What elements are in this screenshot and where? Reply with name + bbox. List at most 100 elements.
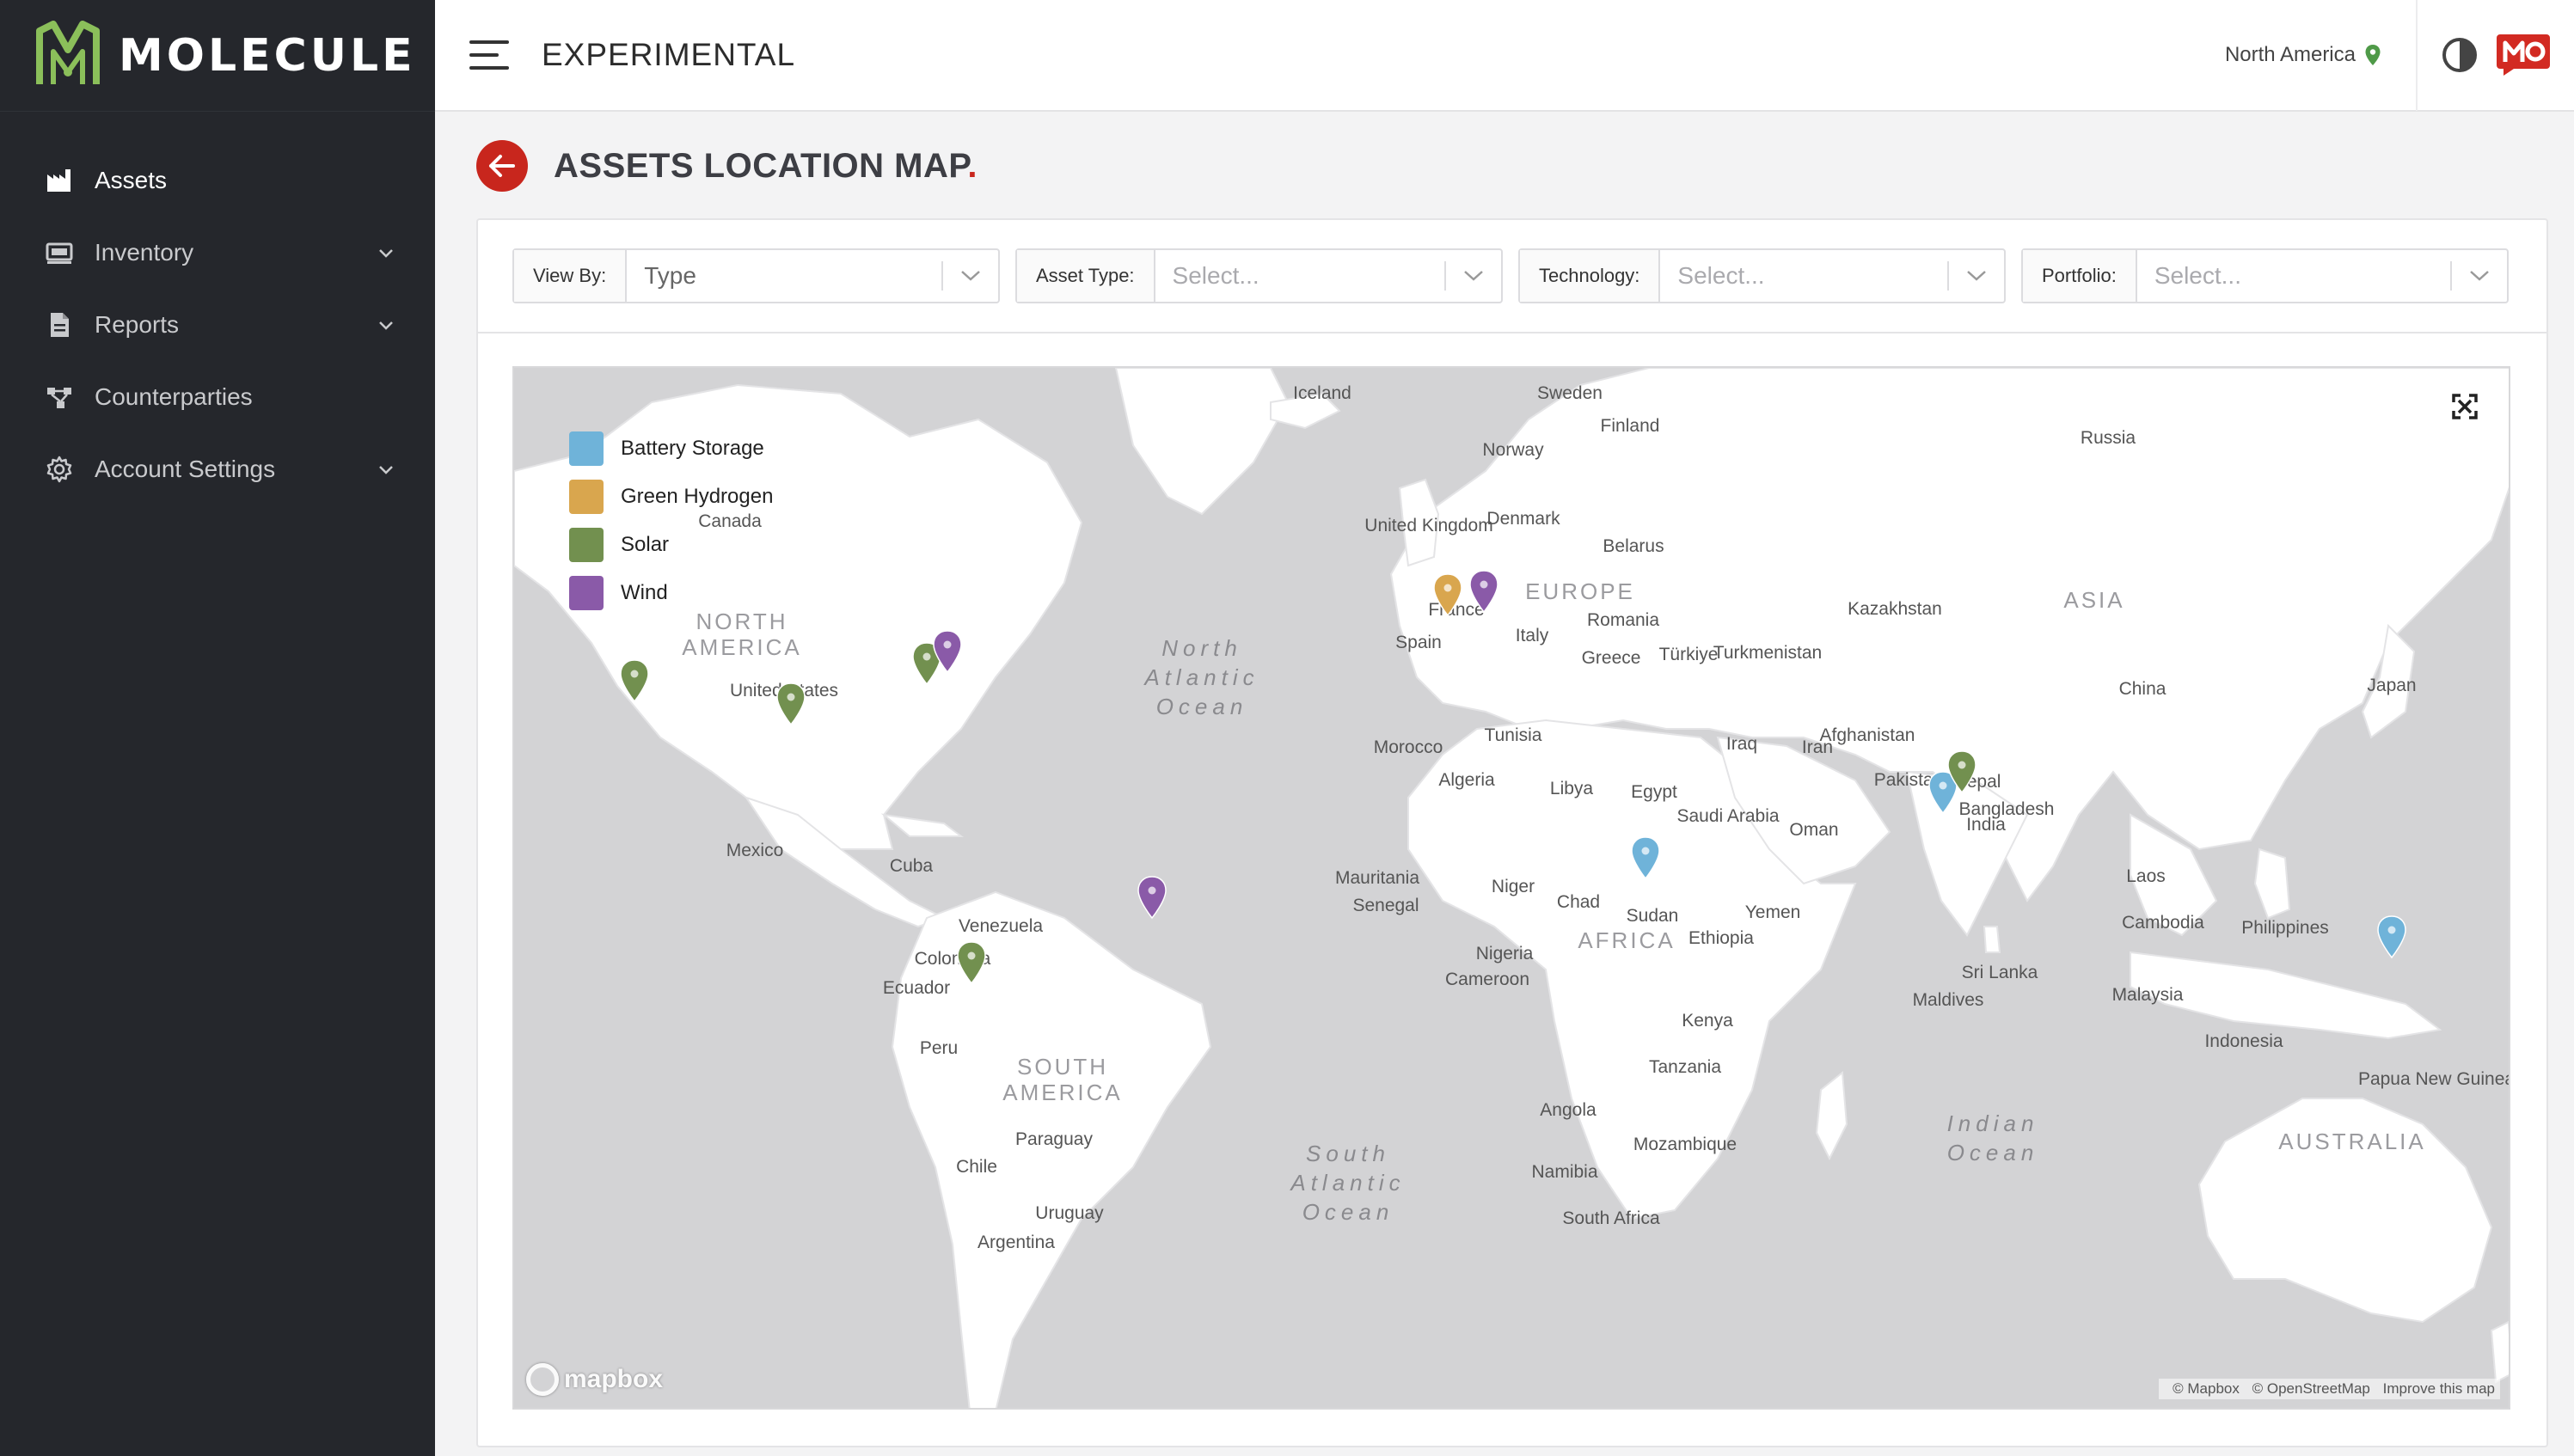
map-place-label: Niger: [1491, 877, 1535, 896]
filter-label: Technology:: [1520, 250, 1661, 302]
legend-label: Green Hydrogen: [621, 485, 774, 508]
filter-portfolio: Portfolio: Select...: [2021, 248, 2509, 303]
assets-map[interactable]: Iceland Sweden Finland Norway Russia Canada De…: [512, 366, 2510, 1410]
header-actions: North America: [2225, 0, 2574, 111]
location-pin-icon: [2365, 45, 2381, 65]
map-place-label: Cuba: [889, 856, 934, 876]
map-ocean-label: South Atlantic Ocean: [1290, 1141, 1406, 1225]
sidebar: MOLECULE Assets Inventory Reports Counte…: [0, 0, 435, 1456]
map-place-label: Chile: [956, 1157, 997, 1177]
map-place-label: Russia: [2080, 428, 2136, 448]
sidebar-item-reports[interactable]: Reports: [0, 289, 435, 361]
legend-swatch: [569, 528, 604, 562]
map-place-label: Uruguay: [1035, 1203, 1104, 1223]
map-place-label: Japan: [2367, 676, 2417, 695]
sidebar-item-assets[interactable]: Assets: [0, 144, 435, 217]
map-place-label: Ethiopia: [1688, 928, 1754, 948]
map-place-label: Mozambique: [1633, 1135, 1737, 1154]
map-pin-wind[interactable]: [931, 629, 964, 674]
sidebar-item-inventory[interactable]: Inventory: [0, 217, 435, 289]
map-place-label: China: [2118, 679, 2166, 699]
map-ocean-label: North Atlantic Ocean: [1144, 635, 1259, 719]
sidebar-item-label: Inventory: [95, 239, 194, 266]
portfolio-select[interactable]: Select...: [2137, 250, 2507, 302]
legend-item[interactable]: Battery Storage: [569, 425, 773, 473]
sidebar-nav: Assets Inventory Reports Counterparties …: [0, 144, 435, 505]
map-place-label: Mauritania: [1334, 868, 1420, 888]
map-pin-solar[interactable]: [955, 940, 988, 985]
map-place-label: Ecuador: [882, 978, 951, 998]
map-place-label: India: [1966, 815, 2006, 835]
technology-select[interactable]: Select...: [1660, 250, 2004, 302]
attribution-mapbox[interactable]: © Mapbox: [2173, 1380, 2240, 1397]
map-place-label: Tanzania: [1648, 1057, 1722, 1077]
chevron-down-icon: [961, 271, 980, 281]
select-placeholder: Select...: [2154, 262, 2241, 289]
legend-item[interactable]: Green Hydrogen: [569, 473, 773, 521]
map-pin-solar[interactable]: [775, 682, 807, 726]
theme-toggle-icon[interactable]: [2440, 35, 2479, 75]
filter-label: Portfolio:: [2023, 250, 2137, 302]
brand-logo[interactable]: MOLECULE: [0, 0, 435, 112]
mapbox-logo[interactable]: mapbox: [526, 1363, 663, 1396]
map-place-label: Türkiye: [1658, 645, 1719, 664]
legend-swatch: [569, 480, 604, 514]
sidebar-item-counterparties[interactable]: Counterparties: [0, 361, 435, 433]
map-continent-label: AUSTRALIA: [2278, 1129, 2426, 1154]
map-place-label: Paraguay: [1015, 1129, 1093, 1149]
legend-item[interactable]: Solar: [569, 521, 773, 569]
region-selector[interactable]: North America: [2225, 43, 2416, 67]
map-place-label: Philippines: [2241, 918, 2329, 938]
mapbox-ring-icon: [526, 1363, 559, 1396]
map-pin-solar[interactable]: [618, 658, 651, 703]
map-pin-solar[interactable]: [1946, 749, 1978, 794]
legend-swatch: [569, 576, 604, 610]
legend-swatch: [569, 431, 604, 466]
map-place-label: Greece: [1581, 648, 1641, 668]
map-pin-battery-storage[interactable]: [1629, 835, 1662, 880]
map-place-label: Iceland: [1293, 383, 1351, 403]
map-continent-label: EUROPE: [1525, 578, 1635, 604]
hamburger-menu-icon[interactable]: [468, 37, 512, 73]
map-place-label: Maldives: [1912, 990, 1984, 1010]
map-place-label: Papua New Guinea: [2357, 1069, 2510, 1089]
chevron-down-icon: [379, 321, 393, 330]
asset-type-select[interactable]: Select...: [1155, 250, 1501, 302]
map-legend: Battery Storage Green Hydrogen Solar Wind: [569, 425, 773, 617]
legend-label: Battery Storage: [621, 437, 764, 460]
map-place-label: Italy: [1515, 626, 1549, 645]
map-place-label: Kenya: [1682, 1011, 1733, 1031]
page-header: ASSETS LOCATION MAP.: [476, 139, 978, 193]
view-by-select[interactable]: Type: [627, 250, 998, 302]
map-place-label: Angola: [1540, 1100, 1596, 1120]
fullscreen-icon[interactable]: [2450, 392, 2479, 421]
map-place-label: Laos: [2126, 866, 2166, 886]
map-place-label: Denmark: [1486, 509, 1560, 529]
back-button[interactable]: [476, 140, 528, 192]
sidebar-item-account-settings[interactable]: Account Settings: [0, 433, 435, 505]
map-place-label: Libya: [1549, 779, 1594, 798]
map-continent-label: AFRICA: [1578, 927, 1676, 953]
attribution-improve[interactable]: Improve this map: [2383, 1380, 2495, 1397]
document-icon: [51, 313, 69, 337]
brand-name: MOLECULE: [119, 29, 416, 82]
map-pin-wind[interactable]: [1468, 569, 1500, 614]
map-pin-battery-storage[interactable]: [2375, 915, 2408, 959]
sidebar-item-label: Assets: [95, 167, 168, 193]
map-place-label: Morocco: [1373, 737, 1443, 757]
map-place-label: Indonesia: [2204, 1031, 2283, 1051]
map-place-label: South Africa: [1562, 1208, 1660, 1228]
map-place-label: Oman: [1789, 820, 1839, 840]
select-placeholder: Select...: [1677, 262, 1765, 289]
map-place-label: Afghanistan: [1819, 725, 1915, 745]
map-place-label: Mexico: [726, 841, 784, 860]
map-pin-green-hydrogen[interactable]: [1431, 572, 1464, 617]
map-attribution: © Mapbox © OpenStreetMap Improve this ma…: [2159, 1379, 2500, 1399]
legend-item[interactable]: Wind: [569, 569, 773, 617]
attribution-osm[interactable]: © OpenStreetMap: [2252, 1380, 2370, 1397]
map-place-label: United Kingdom: [1364, 516, 1493, 535]
map-continent-label: SOUTH AMERICA: [1002, 1054, 1123, 1105]
molecule-badge-icon[interactable]: [2495, 33, 2552, 77]
map-pin-wind[interactable]: [1136, 875, 1168, 920]
sidebar-item-label: Counterparties: [95, 383, 253, 410]
